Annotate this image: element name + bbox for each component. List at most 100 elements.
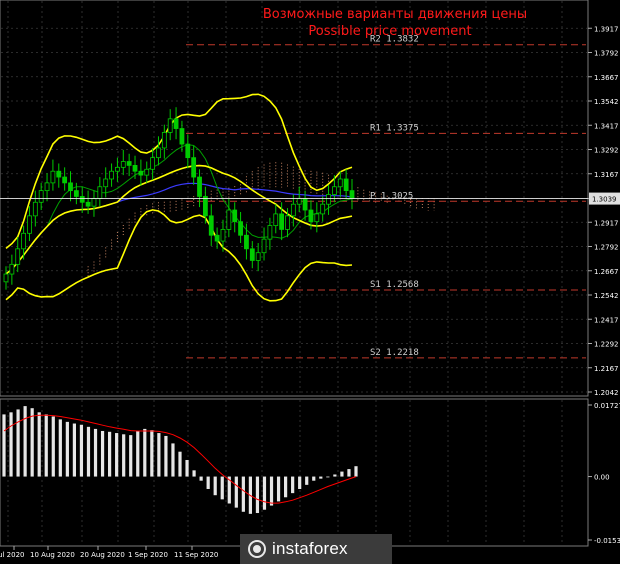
macd-bar xyxy=(100,430,105,477)
macd-bar xyxy=(276,476,281,502)
y-tick-label: 1.2917 xyxy=(594,219,619,227)
candle-body xyxy=(244,234,249,250)
candle-body xyxy=(308,209,314,223)
x-tick-label: Jul 2020 xyxy=(0,551,25,559)
candle-body xyxy=(249,248,255,261)
macd-bar xyxy=(291,476,295,494)
macd-bar xyxy=(86,426,91,477)
y-tick-label: 1.3917 xyxy=(594,25,619,33)
candle-body xyxy=(73,190,79,197)
candle-body xyxy=(38,190,44,203)
candle-body xyxy=(255,252,261,261)
macd-y-tick-label: 0.00 xyxy=(594,474,610,482)
chart: R2 1.3832R1 1.3375P 1.3025S1 1.2568S2 1.… xyxy=(0,0,620,559)
candle-body xyxy=(332,186,337,195)
macd-bar xyxy=(150,430,154,477)
candle-body xyxy=(44,182,50,192)
candle-body xyxy=(343,178,349,192)
macd-bar xyxy=(213,476,217,496)
macd-bar xyxy=(143,428,147,477)
candle-body xyxy=(337,178,343,188)
candle-body xyxy=(197,176,202,197)
macd-bar xyxy=(129,435,133,477)
candle-body xyxy=(91,197,97,207)
candle-body xyxy=(185,143,191,159)
candle-body xyxy=(103,178,109,188)
pivot-level-label: P 1.3025 xyxy=(370,191,413,201)
x-tick-label: 10 Aug 2020 xyxy=(30,551,75,559)
candle-body xyxy=(226,209,232,230)
macd-bar xyxy=(298,476,302,489)
candle-body xyxy=(156,147,161,159)
macd-bar xyxy=(234,476,238,508)
y-tick-label: 1.3292 xyxy=(594,147,619,155)
macd-bar xyxy=(284,476,288,498)
candle-body xyxy=(238,221,243,236)
candle-body xyxy=(261,238,267,254)
candle-body xyxy=(320,203,326,215)
macd-bar xyxy=(2,414,6,477)
candle-body xyxy=(21,232,26,250)
macd-bar xyxy=(206,476,210,489)
candle-body xyxy=(161,132,167,149)
candle-body xyxy=(179,128,185,145)
y-tick-label: 1.2667 xyxy=(594,268,619,276)
macd-bar xyxy=(312,476,316,481)
candle-body xyxy=(326,194,331,205)
macd-bar xyxy=(262,476,267,510)
macd-bar xyxy=(16,409,20,477)
candle-body xyxy=(349,190,355,199)
macd-bar xyxy=(333,474,337,477)
macd-bar xyxy=(23,406,27,477)
macd-bar xyxy=(115,433,119,477)
y-tick-label: 1.3792 xyxy=(594,50,619,58)
macd-panel xyxy=(0,398,589,547)
macd-bar xyxy=(51,416,55,477)
pivot-level-label: S1 1.2568 xyxy=(370,280,419,290)
macd-bar xyxy=(58,419,62,477)
macd-y-axis: 0.01727 0.00 -0.01531 xyxy=(588,402,620,545)
candle-body xyxy=(273,213,279,226)
candle-body xyxy=(296,197,302,205)
macd-bar xyxy=(79,424,84,477)
candle-body xyxy=(97,186,103,199)
candle-body xyxy=(290,203,296,217)
candle-body xyxy=(232,209,238,223)
macd-bar xyxy=(269,476,274,506)
candle-body xyxy=(285,215,290,230)
candle-body xyxy=(267,225,273,240)
current-price-label: 1.3039 xyxy=(592,196,617,204)
y-tick-label: 1.3417 xyxy=(594,122,619,130)
pivot-level-label: S2 1.2218 xyxy=(370,348,419,358)
macd-bar xyxy=(340,471,344,477)
macd-bar xyxy=(178,451,182,477)
candle-body xyxy=(126,161,132,166)
y-tick-label: 1.2292 xyxy=(594,341,619,349)
macd-bar xyxy=(241,476,245,512)
y-tick-label: 1.2792 xyxy=(594,244,619,252)
y-tick-label: 1.2167 xyxy=(594,365,619,373)
candle-body xyxy=(150,157,156,170)
macd-y-tick-label: 0.01727 xyxy=(594,402,620,410)
logo-brand-text: instaforex xyxy=(272,539,348,558)
macd-bar xyxy=(108,431,112,477)
x-tick-label: 11 Sep 2020 xyxy=(174,551,218,559)
y-tick-label: 1.3542 xyxy=(594,98,619,106)
candle-body xyxy=(132,165,138,172)
macd-bar xyxy=(326,476,330,478)
candle-body xyxy=(115,166,120,172)
macd-bar xyxy=(185,459,189,477)
candle-body xyxy=(167,118,173,133)
candle-body xyxy=(138,170,144,176)
main-price-panel: R2 1.3832R1 1.3375P 1.3025S1 1.2568S2 1.… xyxy=(0,0,589,397)
candle-body xyxy=(202,196,208,217)
candle-body xyxy=(208,215,214,236)
candle-body xyxy=(68,182,73,192)
pivot-level-label: R1 1.3375 xyxy=(370,123,419,133)
macd-bar xyxy=(305,476,309,485)
candle-body xyxy=(62,176,68,184)
macd-bar xyxy=(220,476,224,500)
candle-body xyxy=(220,229,226,242)
candle-body xyxy=(144,168,150,176)
instaforex-logo-icon xyxy=(248,540,266,558)
